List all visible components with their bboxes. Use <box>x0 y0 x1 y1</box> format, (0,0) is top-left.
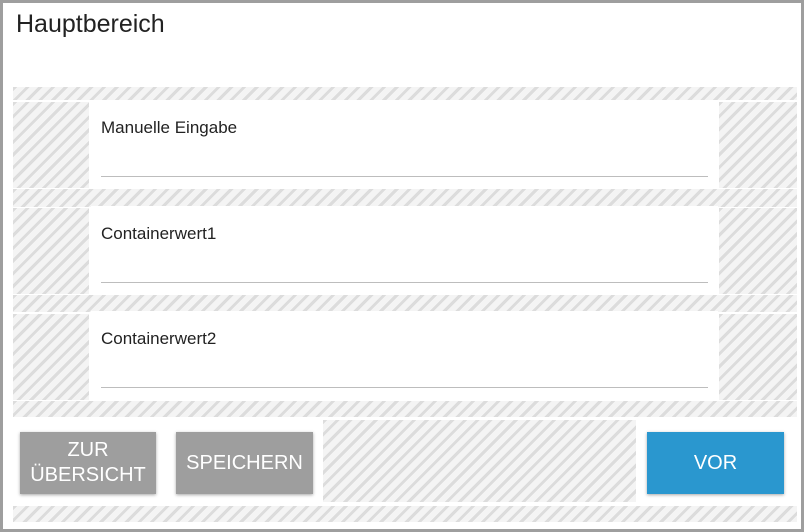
container-value-1-input[interactable] <box>101 256 708 283</box>
row-right-hatch <box>719 314 797 400</box>
field-label-container-value-1: Containerwert1 <box>101 224 217 243</box>
row-right-hatch <box>719 102 797 188</box>
save-button[interactable]: SPEICHERN <box>176 432 313 494</box>
spacer-hatch <box>13 506 797 522</box>
spacer-hatch <box>13 189 797 207</box>
manual-entry-input[interactable] <box>101 150 708 177</box>
row-left-hatch <box>13 208 89 294</box>
row-left-hatch <box>13 314 89 400</box>
row-right-hatch <box>719 208 797 294</box>
manual-entry-row: Manuelle Eingabe <box>91 100 718 189</box>
container-value-1-row: Containerwert1 <box>91 206 718 295</box>
field-label-manual-entry: Manuelle Eingabe <box>101 118 238 137</box>
next-button[interactable]: VOR <box>647 432 784 494</box>
main-panel: Hauptbereich Manuelle Eingabe Containerw… <box>0 0 804 532</box>
spacer-hatch <box>13 87 797 100</box>
button-bar-hatch <box>323 420 636 502</box>
container-value-2-row: Containerwert2 <box>91 311 718 400</box>
overview-button[interactable]: ZUR ÜBERSICHT <box>20 432 156 494</box>
field-label-container-value-2: Containerwert2 <box>101 329 217 348</box>
spacer-hatch <box>13 401 797 417</box>
container-value-2-input[interactable] <box>101 361 708 388</box>
page-title: Hauptbereich <box>16 10 165 38</box>
spacer-hatch <box>13 295 797 312</box>
row-left-hatch <box>13 102 89 188</box>
